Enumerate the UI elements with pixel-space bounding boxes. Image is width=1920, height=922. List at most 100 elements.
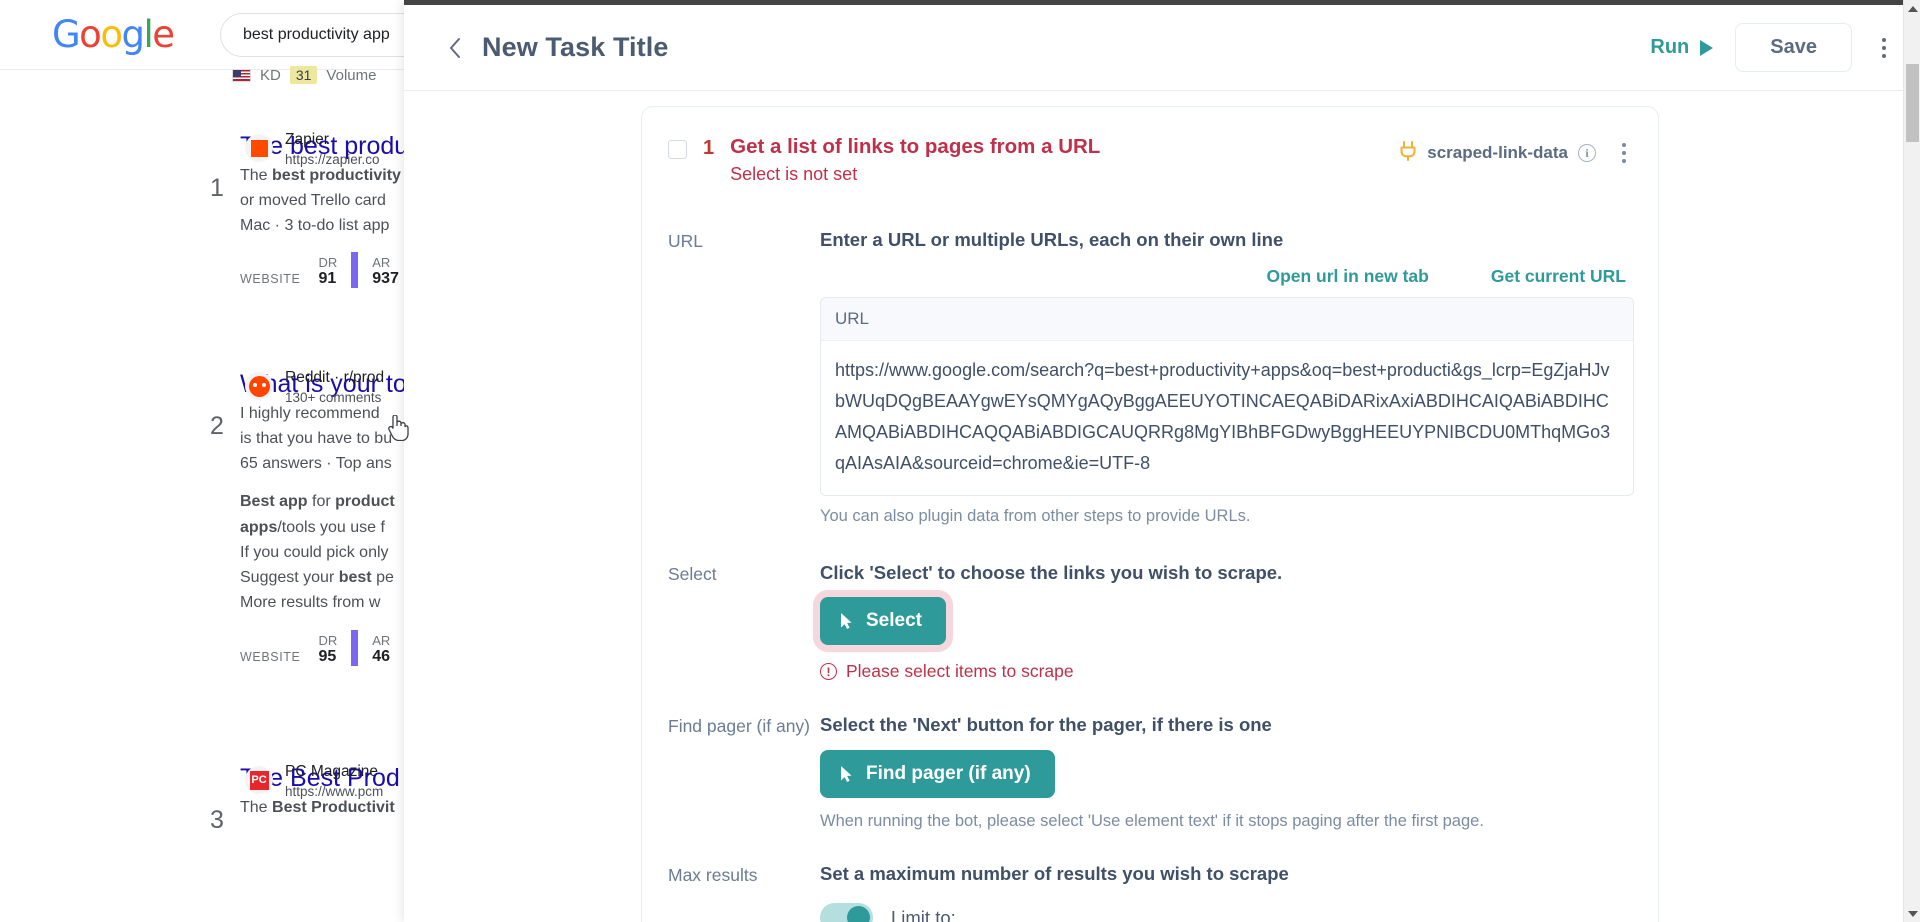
search-results-list: Zapier https://zapier.co 1 The best prod… bbox=[0, 70, 420, 834]
url-field-hint: You can also plugin data from other step… bbox=[820, 506, 1251, 525]
task-editor-panel: New Task Title Run Save 1 Get a list of … bbox=[404, 0, 1920, 922]
select-error-message: ! Please select items to scrape bbox=[820, 661, 1634, 682]
kebab-dot bbox=[1882, 53, 1886, 58]
field-row-select: Select Click 'Select' to choose the link… bbox=[642, 560, 1658, 683]
step-subtitle-warning: Select is not set bbox=[730, 163, 858, 184]
field-description-pager: Select the 'Next' button for the pager, … bbox=[820, 714, 1272, 736]
search-result-item[interactable]: PC PC Magazine https://www.pcm 3 The Bes… bbox=[0, 762, 420, 834]
chevron-left-glyph bbox=[450, 37, 460, 58]
page-title: New Task Title bbox=[482, 32, 669, 62]
result-sitelink[interactable]: Best app for product bbox=[0, 489, 420, 514]
result-snippet-link-line[interactable]: 65 answers · Top ans bbox=[0, 451, 420, 476]
google-search-input[interactable]: best productivity app bbox=[220, 13, 420, 57]
field-label-max-results: Max results bbox=[668, 865, 758, 886]
scroll-down-arrow[interactable] bbox=[1904, 905, 1920, 922]
result-site-name: Zapier bbox=[285, 131, 329, 148]
ar-label: AR bbox=[372, 255, 391, 271]
scroll-up-arrow[interactable] bbox=[1904, 0, 1920, 17]
play-icon bbox=[1700, 39, 1714, 56]
browser-scrollbar[interactable] bbox=[1903, 0, 1920, 922]
url-input-value[interactable]: https://www.google.com/search?q=best+pro… bbox=[821, 341, 1633, 495]
field-label-url: URL bbox=[668, 230, 704, 251]
kebab-dot bbox=[1882, 37, 1886, 42]
result-rank: 2 bbox=[210, 412, 224, 440]
mouse-cursor-hand-icon bbox=[388, 415, 409, 441]
logo-letter: o bbox=[100, 13, 123, 56]
result-sitelink[interactable]: If you could pick only bbox=[0, 540, 420, 565]
result-snippet-link-line[interactable]: Mac · 3 to-do list app bbox=[0, 213, 420, 238]
result-seo-metrics: WEBSITE DR 95 AR 46 bbox=[0, 629, 420, 666]
metrics-label: WEBSITE bbox=[240, 272, 301, 287]
url-input-box[interactable]: URL https://www.google.com/search?q=best… bbox=[820, 296, 1634, 496]
step-header: 1 Get a list of links to pages from a UR… bbox=[642, 107, 1658, 205]
pager-field-hint: When running the bot, please select 'Use… bbox=[820, 812, 1484, 831]
result-rank: 1 bbox=[210, 174, 224, 202]
url-input-label: URL bbox=[821, 297, 1633, 341]
pcmag-favicon: PC bbox=[245, 766, 273, 794]
step-title: Get a list of links to pages from a URL bbox=[730, 135, 1101, 158]
ar-label: AR bbox=[372, 632, 391, 648]
google-search-results-page: Google best productivity app KD 31 Volum… bbox=[0, 0, 420, 922]
panel-header-actions: Run Save bbox=[1650, 23, 1894, 72]
ar-metric: AR 46 bbox=[372, 633, 390, 666]
result-sitelink[interactable]: apps/tools you use f bbox=[0, 515, 420, 540]
result-seo-metrics: WEBSITE DR 91 AR 937 bbox=[0, 252, 420, 289]
cursor-pointer-icon bbox=[841, 613, 852, 630]
open-url-new-tab-link[interactable]: Open url in new tab bbox=[1266, 266, 1428, 287]
error-icon: ! bbox=[820, 663, 837, 681]
dr-label: DR bbox=[318, 632, 338, 648]
info-icon[interactable]: i bbox=[1578, 144, 1596, 162]
result-sitelink[interactable]: Suggest your best pe bbox=[0, 565, 420, 590]
dr-metric: DR 91 bbox=[318, 255, 337, 288]
dr-value: 95 bbox=[318, 647, 337, 665]
field-description-max-results: Set a maximum number of results you wish… bbox=[820, 863, 1289, 885]
metric-bar bbox=[351, 629, 359, 666]
ar-value: 46 bbox=[372, 647, 391, 665]
result-rank: 3 bbox=[210, 806, 224, 834]
kebab-menu-icon[interactable] bbox=[1874, 32, 1894, 64]
field-row-pager: Find pager (if any) Select the 'Next' bu… bbox=[642, 712, 1658, 831]
url-action-links: Open url in new tab Get current URL bbox=[820, 266, 1634, 287]
select-error-text: Please select items to scrape bbox=[846, 661, 1074, 682]
toggle-knob bbox=[847, 906, 870, 922]
step-header-right: scraped-link-data i bbox=[1400, 133, 1634, 167]
kebab-dot bbox=[1622, 143, 1626, 147]
result-url: https://www.pcm bbox=[285, 783, 384, 799]
logo-letter: g bbox=[121, 13, 145, 56]
plug-icon bbox=[1400, 141, 1417, 165]
logo-letter: e bbox=[152, 13, 175, 56]
result-comments-count: 130+ comments bbox=[285, 389, 382, 405]
get-current-url-link[interactable]: Get current URL bbox=[1491, 266, 1626, 287]
kebab-dot bbox=[1622, 151, 1626, 155]
capture-list-tag[interactable]: scraped-link-data i bbox=[1400, 141, 1596, 165]
find-pager-button-label: Find pager (if any) bbox=[866, 763, 1031, 785]
step-title-group: Get a list of links to pages from a URL … bbox=[730, 133, 1100, 187]
plug-glyph bbox=[1400, 141, 1416, 161]
result-more-results-link[interactable]: More results from w bbox=[0, 590, 420, 615]
run-button[interactable]: Run bbox=[1650, 36, 1714, 59]
kebab-dot bbox=[1882, 45, 1886, 50]
zapier-favicon bbox=[245, 134, 273, 162]
find-pager-button[interactable]: Find pager (if any) bbox=[820, 750, 1055, 799]
field-label-select: Select bbox=[668, 563, 717, 584]
field-description-select: Click 'Select' to choose the links you w… bbox=[820, 561, 1283, 583]
save-button[interactable]: Save bbox=[1735, 23, 1852, 72]
logo-letter: l bbox=[143, 13, 153, 56]
logo-letter: G bbox=[52, 13, 81, 56]
chevron-left-icon[interactable] bbox=[440, 33, 470, 63]
task-step-card: 1 Get a list of links to pages from a UR… bbox=[641, 106, 1659, 922]
kebab-dot bbox=[1622, 159, 1626, 163]
search-result-item[interactable]: Zapier https://zapier.co 1 The best prod… bbox=[0, 130, 420, 326]
step-checkbox[interactable] bbox=[668, 140, 687, 159]
limit-toggle[interactable] bbox=[820, 903, 873, 922]
search-result-item[interactable]: Reddit · r/prod 130+ comments 2 What is … bbox=[0, 368, 420, 720]
field-label-pager: Find pager (if any) bbox=[668, 716, 811, 737]
panel-body-scroll: 1 Get a list of links to pages from a UR… bbox=[404, 92, 1904, 922]
ar-value: 937 bbox=[372, 270, 399, 288]
dr-value: 91 bbox=[318, 270, 337, 288]
step-kebab-menu-icon[interactable] bbox=[1614, 139, 1634, 167]
browser-scrollbar-thumb[interactable] bbox=[1906, 64, 1919, 142]
reddit-favicon bbox=[245, 372, 273, 400]
select-button[interactable]: Select bbox=[820, 597, 946, 646]
result-site-name: Reddit · r/prod bbox=[285, 369, 385, 386]
